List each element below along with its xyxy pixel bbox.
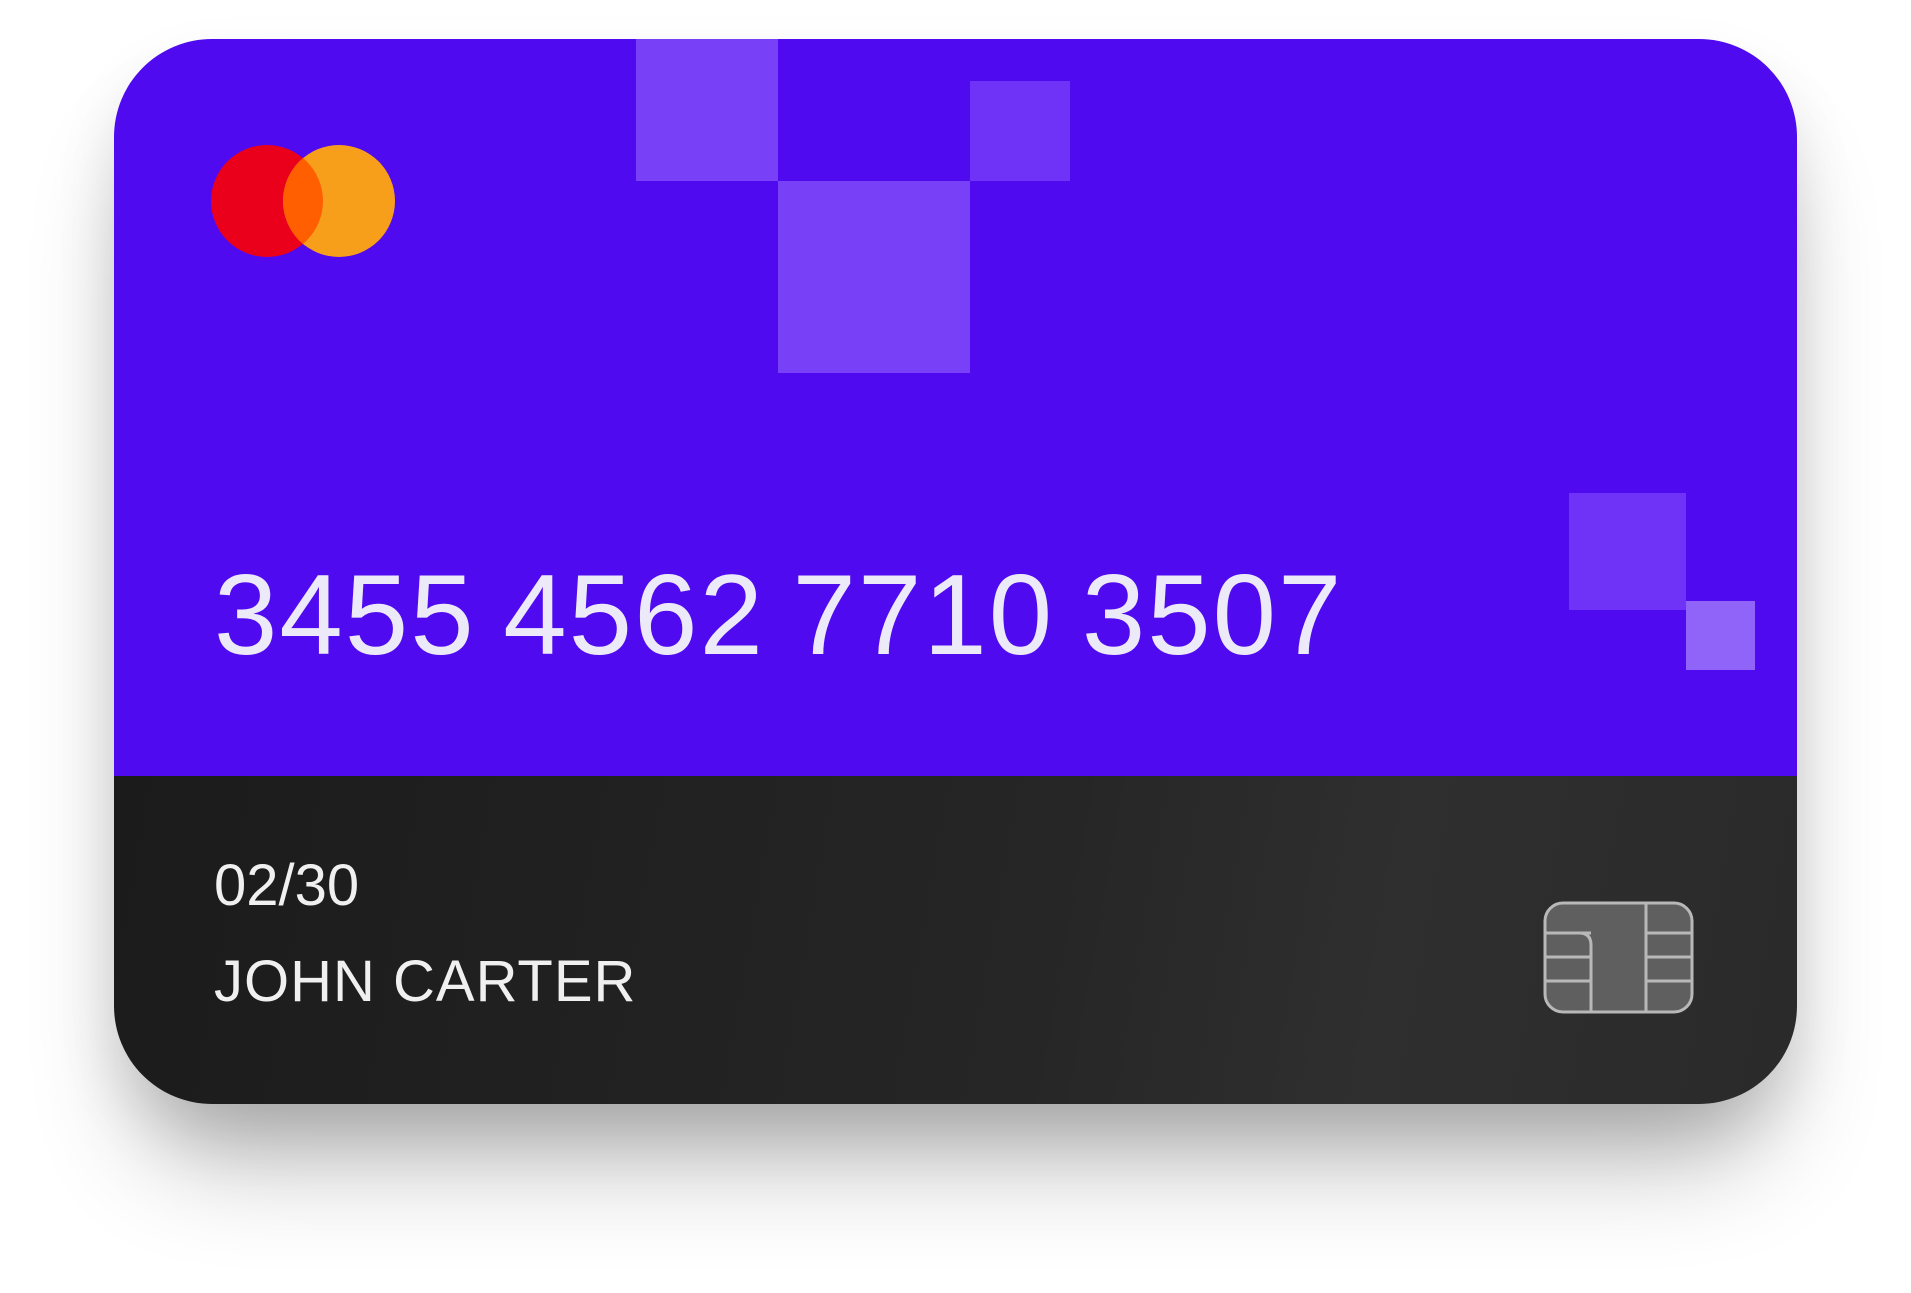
card-expiry-date: 02/30 (214, 853, 360, 918)
card-holder-name: JOHN CARTER (214, 949, 637, 1014)
decorative-square (970, 81, 1070, 181)
emv-chip-icon (1543, 901, 1694, 1014)
decorative-square (1686, 601, 1755, 670)
card-top-panel: 3455 4562 7710 3507 (114, 39, 1797, 776)
credit-card: 3455 4562 7710 3507 02/30 JOHN CARTER (114, 39, 1797, 1104)
mastercard-logo-icon (211, 145, 395, 257)
decorative-square (636, 39, 778, 181)
decorative-square (1569, 493, 1686, 610)
card-number: 3455 4562 7710 3507 (214, 552, 1344, 679)
decorative-square (778, 181, 970, 373)
